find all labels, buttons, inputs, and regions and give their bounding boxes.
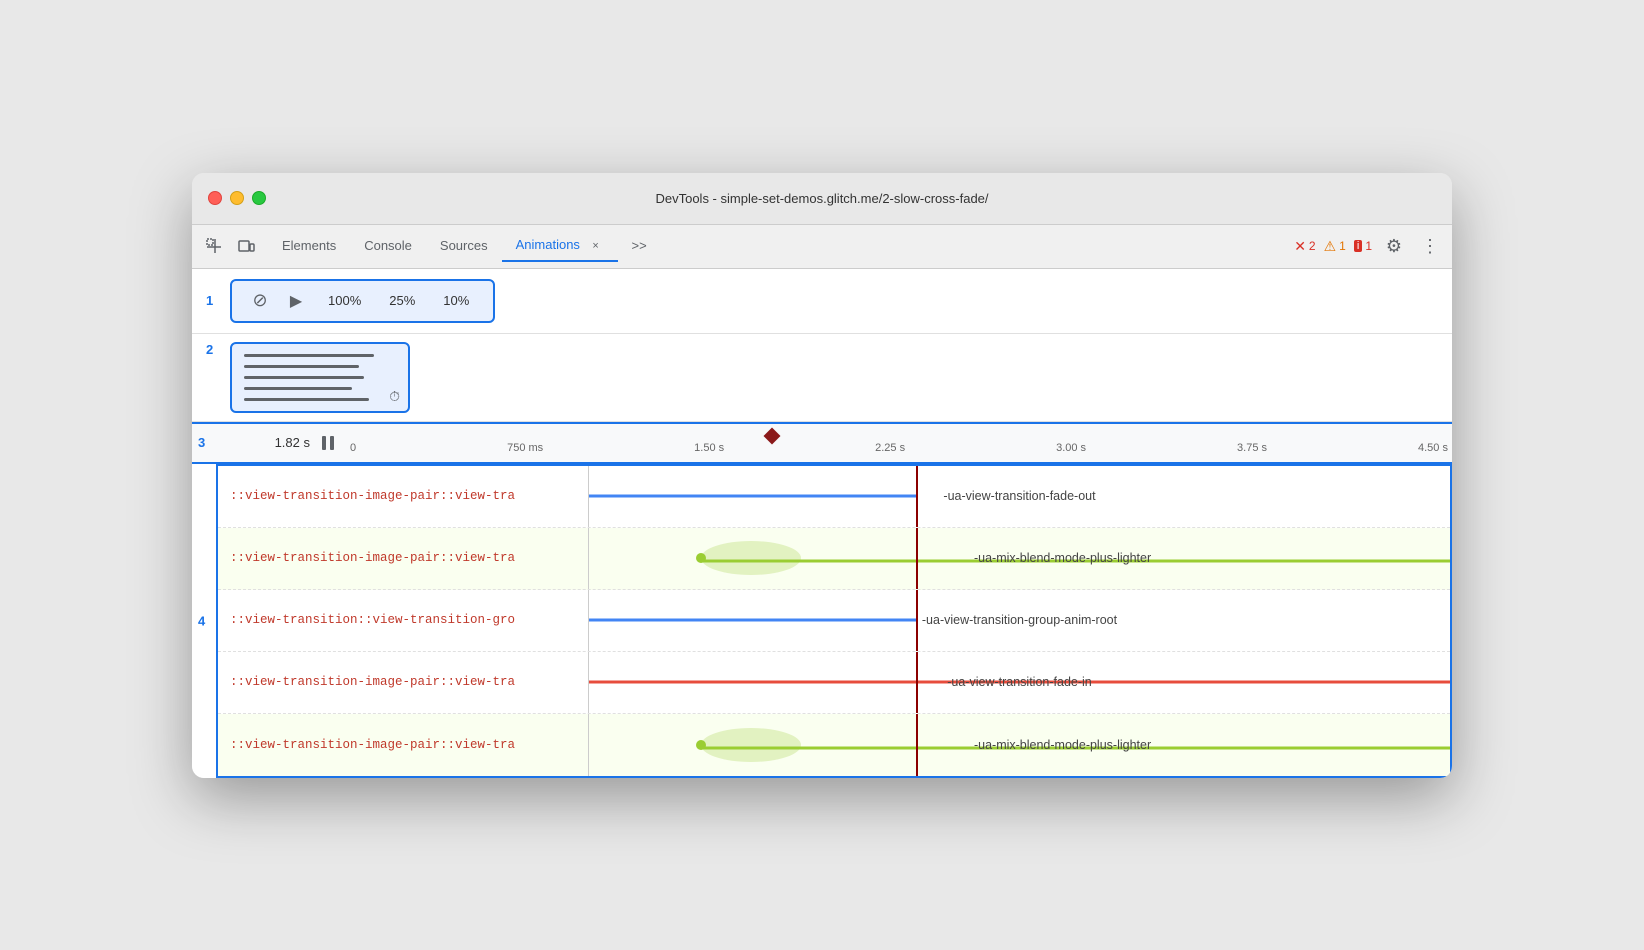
- animation-name-4: -ua-view-transition-fade-in: [947, 675, 1092, 689]
- ruler-label-450: 4.50 s: [1418, 442, 1448, 454]
- section-3-label: 3: [198, 435, 205, 450]
- ruler[interactable]: 0 750 ms 1.50 s 2.25 s 3.00 s 3.75 s 4.5…: [346, 424, 1452, 462]
- devtools-window: DevTools - simple-set-demos.glitch.me/2-…: [192, 173, 1452, 778]
- table-row: ::view-transition-image-pair::view-tra -…: [218, 528, 1450, 590]
- speed-10-button[interactable]: 10%: [433, 289, 479, 312]
- play-button[interactable]: ▶: [282, 287, 310, 315]
- anim-line-5: [244, 398, 369, 401]
- tab-console[interactable]: Console: [350, 232, 426, 261]
- playhead-line-5: [916, 714, 918, 776]
- tab-elements[interactable]: Elements: [268, 232, 350, 261]
- animation-dot-2: [696, 553, 706, 563]
- animation-group-card[interactable]: ⏱: [230, 342, 410, 413]
- tab-list: Elements Console Sources Animations × >>: [268, 231, 1290, 262]
- pause-bar-left: [322, 436, 326, 450]
- more-options-icon[interactable]: ⋮: [1416, 232, 1444, 260]
- anim-line-3: [244, 376, 364, 379]
- ruler-label-300: 3.00 s: [1056, 442, 1086, 454]
- window-title: DevTools - simple-set-demos.glitch.me/2-…: [655, 191, 988, 206]
- table-row: ::view-transition-image-pair::view-tra -…: [218, 714, 1450, 776]
- animation-bar-blue-3: [589, 619, 916, 622]
- animation-track-1[interactable]: -ua-view-transition-fade-out: [588, 466, 1450, 527]
- animation-controls: ⊘ ▶ 100% 25% 10%: [230, 279, 495, 323]
- anim-line-2: [244, 365, 359, 368]
- animation-track-3[interactable]: -ua-view-transition-group-anim-root: [588, 590, 1450, 651]
- current-time-display: 1.82 s: [192, 435, 322, 450]
- animation-track-5[interactable]: -ua-mix-blend-mode-plus-lighter: [588, 714, 1450, 776]
- warning-count[interactable]: ⚠ 1: [1324, 238, 1346, 255]
- section-2-label: 2: [206, 342, 213, 357]
- section-1-row: 1 ⊘ ▶ 100% 25% 10%: [192, 269, 1452, 334]
- selector-label-1: ::view-transition-image-pair::view-tra: [218, 489, 588, 503]
- selector-label-3: ::view-transition::view-transition-gro: [218, 613, 588, 627]
- speed-25-button[interactable]: 25%: [379, 289, 425, 312]
- selector-label-4: ::view-transition-image-pair::view-tra: [218, 675, 588, 689]
- playhead-line-3: [916, 590, 918, 651]
- maximize-button[interactable]: [252, 191, 266, 205]
- animation-name-1: -ua-view-transition-fade-out: [943, 489, 1095, 503]
- ruler-label-225: 2.25 s: [875, 442, 905, 454]
- clock-icon: ⏱: [389, 388, 400, 405]
- animation-name-3: -ua-view-transition-group-anim-root: [922, 613, 1117, 627]
- speed-100-button[interactable]: 100%: [318, 289, 371, 312]
- table-row: ::view-transition-image-pair::view-tra -…: [218, 652, 1450, 714]
- ruler-label-750: 750 ms: [507, 442, 543, 454]
- animations-panel: 1 ⊘ ▶ 100% 25% 10% 2 ⏱ 3: [192, 269, 1452, 778]
- pause-bar-right: [330, 436, 334, 450]
- playhead-line-4: [916, 652, 918, 713]
- selector-label-5: ::view-transition-image-pair::view-tra: [218, 738, 588, 752]
- anim-line-4: [244, 387, 352, 390]
- ruler-labels: 0 750 ms 1.50 s 2.25 s 3.00 s 3.75 s 4.5…: [346, 442, 1452, 454]
- animations-list: ::view-transition-image-pair::view-tra -…: [216, 464, 1452, 778]
- settings-icon[interactable]: ⚙: [1380, 232, 1408, 260]
- animation-blob-5: [701, 728, 801, 762]
- animation-bar-blue-1: [589, 495, 916, 498]
- animation-name-5: -ua-mix-blend-mode-plus-lighter: [974, 738, 1151, 752]
- selector-label-2: ::view-transition-image-pair::view-tra: [218, 551, 588, 565]
- animation-track-4[interactable]: -ua-view-transition-fade-in: [588, 652, 1450, 713]
- error-count[interactable]: ✕ 2: [1294, 238, 1315, 255]
- devtools-toolbar: Elements Console Sources Animations × >>…: [192, 225, 1452, 269]
- traffic-lights: [208, 191, 266, 205]
- ruler-label-150: 1.50 s: [694, 442, 724, 454]
- tab-sources[interactable]: Sources: [426, 232, 502, 261]
- animation-track-2[interactable]: -ua-mix-blend-mode-plus-lighter: [588, 528, 1450, 589]
- section-1-label: 1: [206, 293, 213, 308]
- pause-button[interactable]: [322, 436, 334, 450]
- section-3-row: 3 1.82 s 0 750 ms 1.50 s 2.25 s 3.00 s 3…: [192, 422, 1452, 464]
- info-count[interactable]: i 1: [1354, 239, 1372, 253]
- section-2-row: 2 ⏱: [192, 334, 1452, 422]
- clear-animations-button[interactable]: ⊘: [246, 287, 274, 315]
- device-toolbar-icon[interactable]: [232, 232, 260, 260]
- close-tab-icon[interactable]: ×: [588, 238, 604, 254]
- ruler-label-0: 0: [350, 442, 356, 454]
- titlebar: DevTools - simple-set-demos.glitch.me/2-…: [192, 173, 1452, 225]
- animation-name-2: -ua-mix-blend-mode-plus-lighter: [974, 551, 1151, 565]
- playhead-marker: [764, 427, 781, 444]
- minimize-button[interactable]: [230, 191, 244, 205]
- section-4-container: 4 ::view-transition-image-pair::view-tra…: [192, 464, 1452, 778]
- section-4-label: 4: [198, 613, 205, 628]
- anim-line-1: [244, 354, 374, 357]
- table-row: ::view-transition::view-transition-gro -…: [218, 590, 1450, 652]
- tab-animations[interactable]: Animations ×: [502, 231, 618, 262]
- playhead-line-2: [916, 528, 918, 589]
- more-tabs[interactable]: >>: [618, 232, 661, 261]
- toolbar-right: ✕ 2 ⚠ 1 i 1 ⚙ ⋮: [1294, 232, 1444, 260]
- animation-dot-5: [696, 740, 706, 750]
- playhead-diamond: [766, 430, 778, 442]
- animation-blob-2: [701, 541, 801, 575]
- playhead-line-1: [916, 466, 918, 527]
- close-button[interactable]: [208, 191, 222, 205]
- table-row: ::view-transition-image-pair::view-tra -…: [218, 466, 1450, 528]
- inspect-element-icon[interactable]: [200, 232, 228, 260]
- ruler-label-375: 3.75 s: [1237, 442, 1267, 454]
